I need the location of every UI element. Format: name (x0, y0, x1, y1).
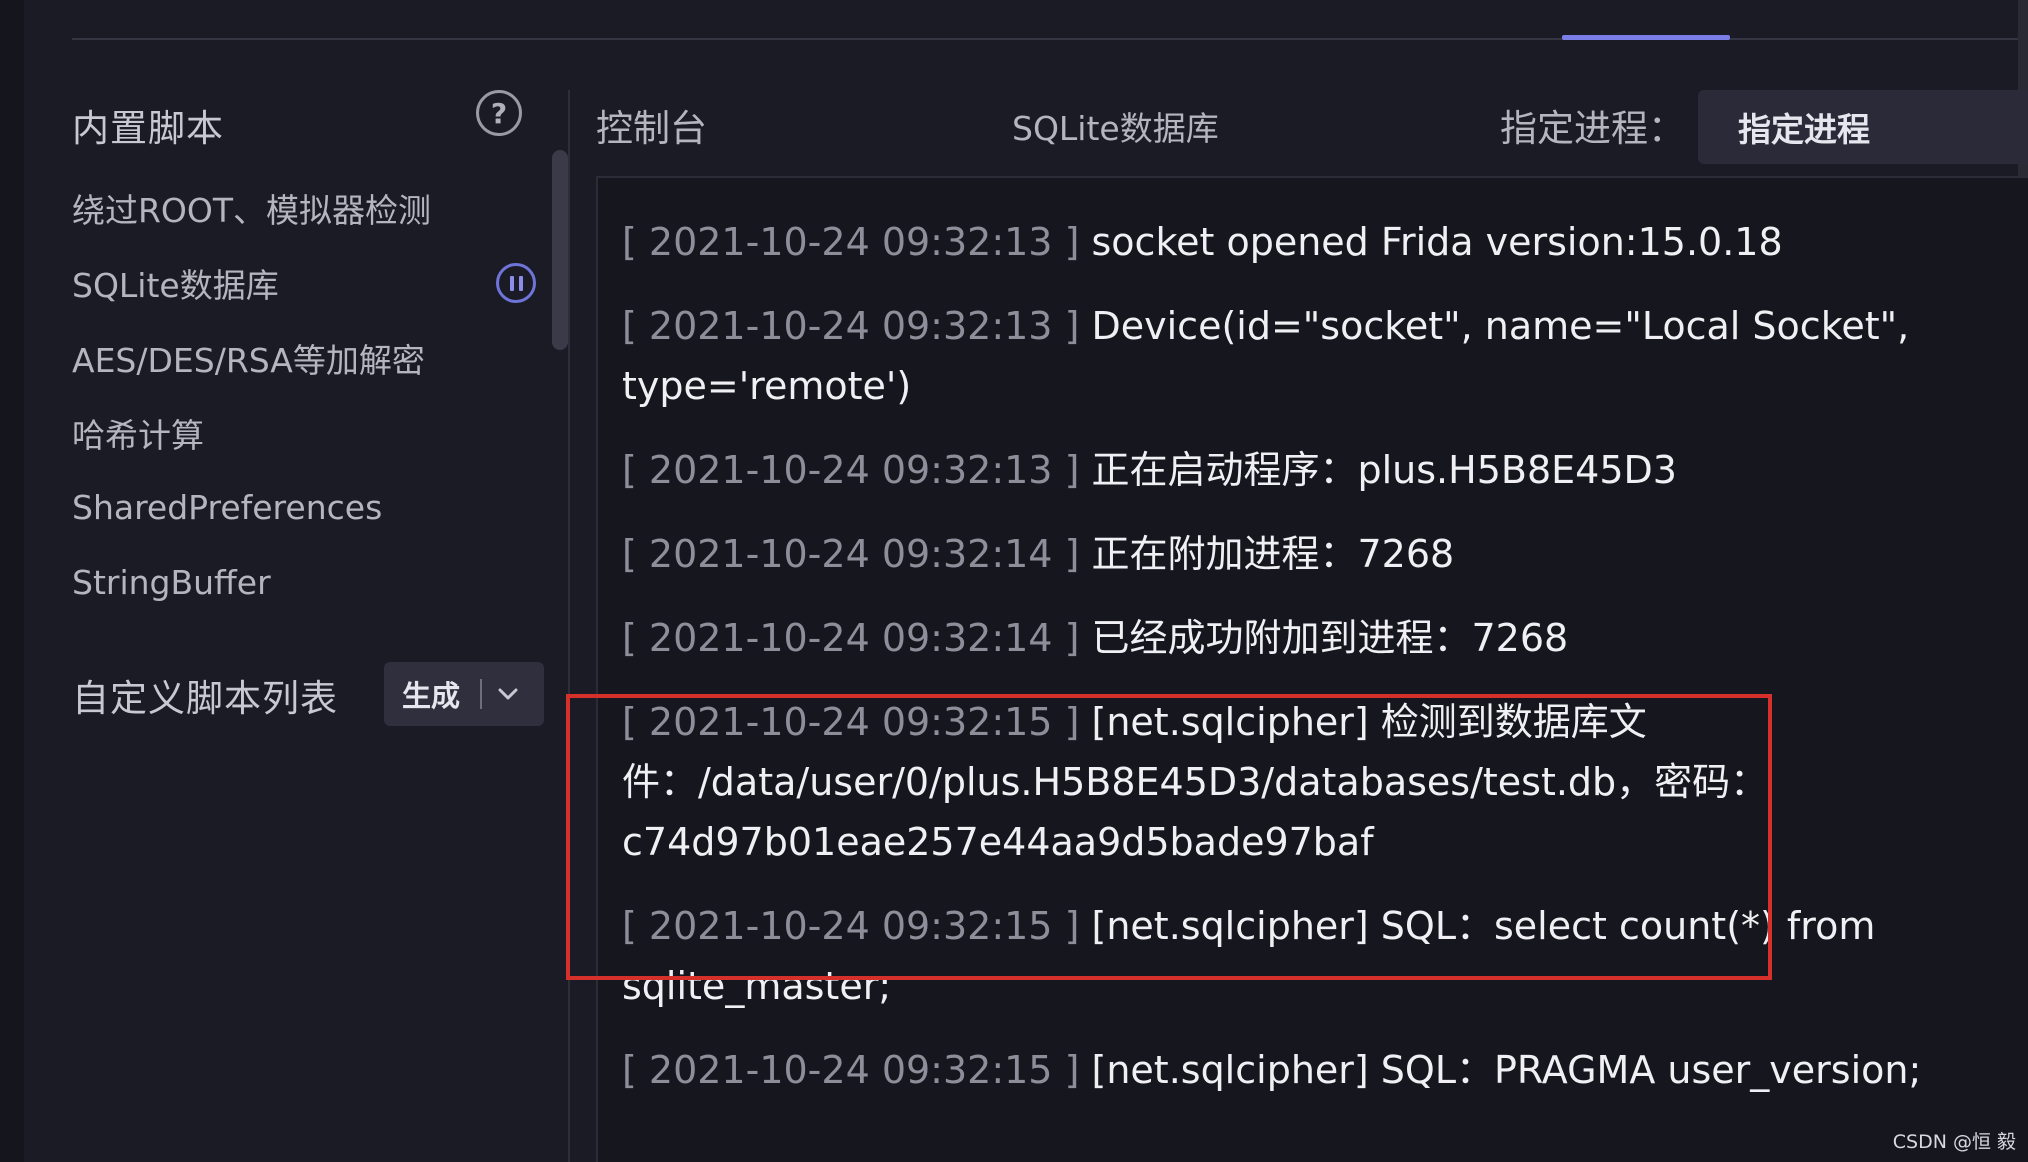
main-panel: 控制台 SQLite数据库 指定进程： 指定进程 [ 2021-10-24 09… (570, 40, 2028, 1162)
script-item-root-bypass[interactable]: 绕过ROOT、模拟器检测 (72, 170, 552, 245)
script-item-crypto[interactable]: AES/DES/RSA等加解密 (72, 320, 552, 395)
log-line: [ 2021-10-24 09:32:13 ] socket opened Fr… (598, 212, 2028, 272)
log-timestamp: [ 2021-10-24 09:32:15 ] (622, 904, 1080, 948)
log-message: 已经成功附加到进程：7268 (1091, 616, 1569, 660)
help-icon[interactable]: ? (476, 90, 522, 136)
window-left-edge (0, 0, 24, 1162)
tab-console[interactable]: 控制台 (596, 98, 707, 152)
log-timestamp: [ 2021-10-24 09:32:13 ] (622, 448, 1080, 492)
app-window: 内置脚本 ? 绕过ROOT、模拟器检测 SQLite数据库 AES/DES/RS… (0, 0, 2028, 1162)
log-timestamp: [ 2021-10-24 09:32:13 ] (622, 220, 1080, 264)
log-line: [ 2021-10-24 09:32:13 ] 正在启动程序：plus.H5B8… (598, 440, 2028, 500)
log-timestamp: [ 2021-10-24 09:32:15 ] (622, 1048, 1080, 1092)
script-item-label: 绕过ROOT、模拟器检测 (72, 190, 432, 230)
log-message: socket opened Frida version:15.0.18 (1091, 220, 1783, 264)
log-timestamp: [ 2021-10-24 09:32:14 ] (622, 532, 1080, 576)
watermark: CSDN @恒 毅 (1892, 1131, 2016, 1153)
custom-scripts-title: 自定义脚本列表 (72, 677, 338, 720)
script-sidebar: 内置脚本 ? 绕过ROOT、模拟器检测 SQLite数据库 AES/DES/RS… (24, 40, 570, 1162)
log-message: 正在启动程序：plus.H5B8E45D3 (1091, 448, 1677, 492)
script-item-sharedpreferences[interactable]: SharedPreferences (72, 470, 552, 545)
console-lines: [ 2021-10-24 09:32:13 ] socket opened Fr… (598, 212, 2028, 1124)
script-item-hash[interactable]: 哈希计算 (72, 395, 552, 470)
script-item-sqlite[interactable]: SQLite数据库 (72, 245, 552, 320)
chevron-down-icon[interactable] (492, 678, 524, 710)
builtin-scripts-title: 内置脚本 (72, 107, 224, 150)
sidebar-scrollbar[interactable] (552, 150, 568, 350)
log-line: [ 2021-10-24 09:32:15 ] [net.sqlcipher] … (598, 1040, 2028, 1100)
builtin-script-list: 绕过ROOT、模拟器检测 SQLite数据库 AES/DES/RSA等加解密 哈… (72, 170, 552, 620)
script-item-label: StringBuffer (72, 563, 271, 602)
process-label: 指定进程： (1500, 107, 1685, 150)
log-message: 正在附加进程：7268 (1091, 532, 1455, 576)
script-item-label: SharedPreferences (72, 488, 383, 527)
log-line: [ 2021-10-24 09:32:14 ] 正在附加进程：7268 (598, 524, 2028, 584)
process-select[interactable]: 指定进程 (1698, 90, 2028, 164)
pause-icon[interactable] (496, 263, 536, 303)
log-timestamp: [ 2021-10-24 09:32:15 ] (622, 700, 1080, 744)
log-message: [net.sqlcipher] SQL：PRAGMA user_version; (1091, 1048, 1922, 1092)
script-item-stringbuffer[interactable]: StringBuffer (72, 545, 552, 620)
log-line: [ 2021-10-24 09:32:15 ] [net.sqlcipher] … (598, 896, 2028, 1016)
log-timestamp: [ 2021-10-24 09:32:14 ] (622, 616, 1080, 660)
generate-dropdown-button[interactable]: 生成 (384, 662, 544, 726)
log-line: [ 2021-10-24 09:32:15 ] [net.sqlcipher] … (598, 692, 2028, 872)
script-item-label: SQLite数据库 (72, 265, 279, 305)
button-divider (480, 679, 483, 709)
script-item-label: AES/DES/RSA等加解密 (72, 340, 425, 380)
generate-label: 生成 (402, 679, 461, 713)
tab-sqlite-database[interactable]: SQLite数据库 (1012, 102, 1219, 150)
script-item-label: 哈希计算 (72, 415, 204, 455)
log-line: [ 2021-10-24 09:32:13 ] Device(id="socke… (598, 296, 2028, 416)
log-line: [ 2021-10-24 09:32:14 ] 已经成功附加到进程：7268 (598, 608, 2028, 668)
console-output[interactable]: [ 2021-10-24 09:32:13 ] socket opened Fr… (596, 176, 2028, 1162)
log-timestamp: [ 2021-10-24 09:32:13 ] (622, 304, 1080, 348)
